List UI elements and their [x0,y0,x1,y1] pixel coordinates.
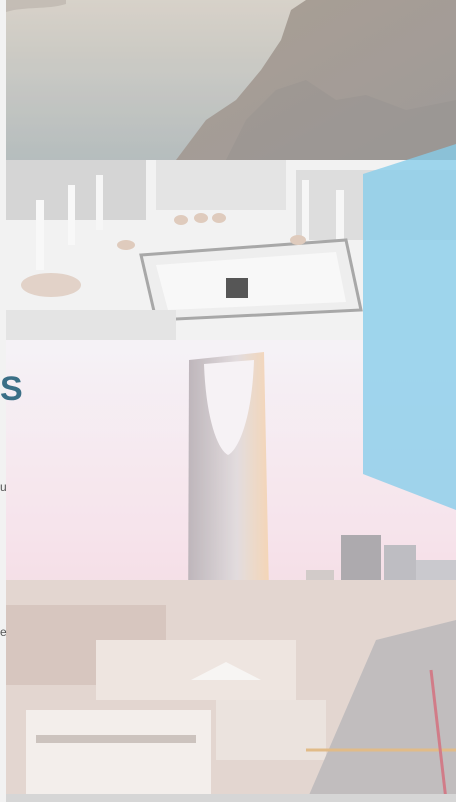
bottom-edge-bar [6,794,456,802]
left-edge-glyph: S [0,370,23,408]
cliff-sea-illustration [6,0,456,160]
blue-accent-shape [363,144,456,510]
cliff-sea-photo [6,0,456,160]
left-edge-text-1: u [0,480,7,494]
left-edge-text-2: e [0,625,7,639]
